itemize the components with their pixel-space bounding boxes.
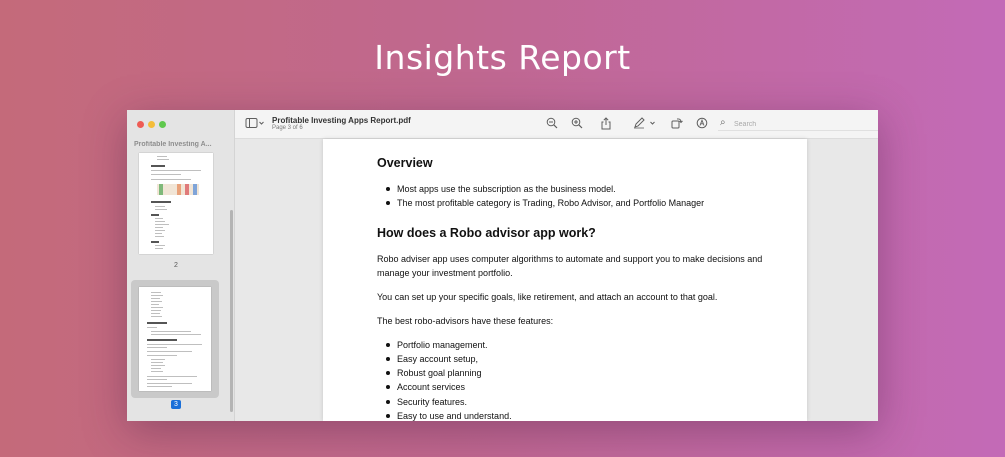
preview-window: Profitable Investing A... 2 3 Profitable… (127, 110, 878, 421)
page-number-3: 3 (171, 400, 181, 409)
page-indicator: Page 3 of 6 (272, 125, 303, 131)
rotate-icon[interactable] (671, 117, 683, 133)
list-item: Portfolio management. (386, 338, 777, 352)
list-item: Easy to use and understand. (386, 409, 777, 421)
toolbar: Profitable Investing Apps Report.pdf Pag… (235, 110, 878, 139)
zoom-button[interactable] (159, 121, 166, 128)
list-item: Robust goal planning (386, 366, 777, 380)
paragraph: You can set up your specific goals, like… (377, 291, 718, 302)
overview-heading: Overview (377, 156, 433, 170)
zoom-in-icon[interactable] (571, 117, 583, 133)
list-item: Account services (386, 380, 777, 394)
list-item: Most apps use the subscription as the bu… (386, 182, 777, 196)
paragraph: Robo adviser app uses computer algorithm… (377, 253, 763, 278)
close-button[interactable] (137, 121, 144, 128)
page-thumbnail-3-selection[interactable] (131, 280, 219, 398)
robo-heading: How does a Robo advisor app work? (377, 225, 596, 240)
search-input[interactable] (734, 118, 874, 130)
sidebar-scrollbar[interactable] (230, 210, 233, 412)
list-item: Security features. (386, 395, 777, 409)
list-item: The most profitable category is Trading,… (386, 196, 777, 210)
page-content: Overview Most apps use the subscription … (377, 156, 777, 421)
zoom-out-icon[interactable] (546, 117, 558, 133)
sidebar-document-title: Profitable Investing A... (134, 141, 212, 148)
list-item: Easy account setup, (386, 352, 777, 366)
page-thumbnail-3[interactable] (139, 287, 211, 391)
share-icon[interactable] (600, 117, 612, 134)
annotate-icon[interactable] (696, 117, 708, 133)
markup-pen-icon[interactable] (633, 117, 657, 133)
banner-title: Insights Report (374, 38, 631, 77)
page-number-2: 2 (174, 262, 178, 269)
pdf-page: Overview Most apps use the subscription … (323, 139, 807, 421)
search-icon: ⌕ (720, 117, 726, 128)
minimize-button[interactable] (148, 121, 155, 128)
paragraph: The best robo-advisors have these featur… (377, 315, 554, 326)
search-field[interactable]: ⌕ (718, 117, 878, 131)
sidebar-toggle-icon[interactable] (245, 117, 265, 133)
page-thumbnail-2[interactable] (139, 153, 213, 254)
window-controls (137, 121, 166, 128)
features-list: Portfolio management. Easy account setup… (386, 338, 777, 421)
thumbnail-sidebar: Profitable Investing A... 2 3 (127, 110, 235, 421)
overview-list: Most apps use the subscription as the bu… (386, 182, 777, 211)
document-viewport[interactable]: Overview Most apps use the subscription … (235, 139, 878, 421)
document-title: Profitable Investing Apps Report.pdf (272, 116, 411, 125)
